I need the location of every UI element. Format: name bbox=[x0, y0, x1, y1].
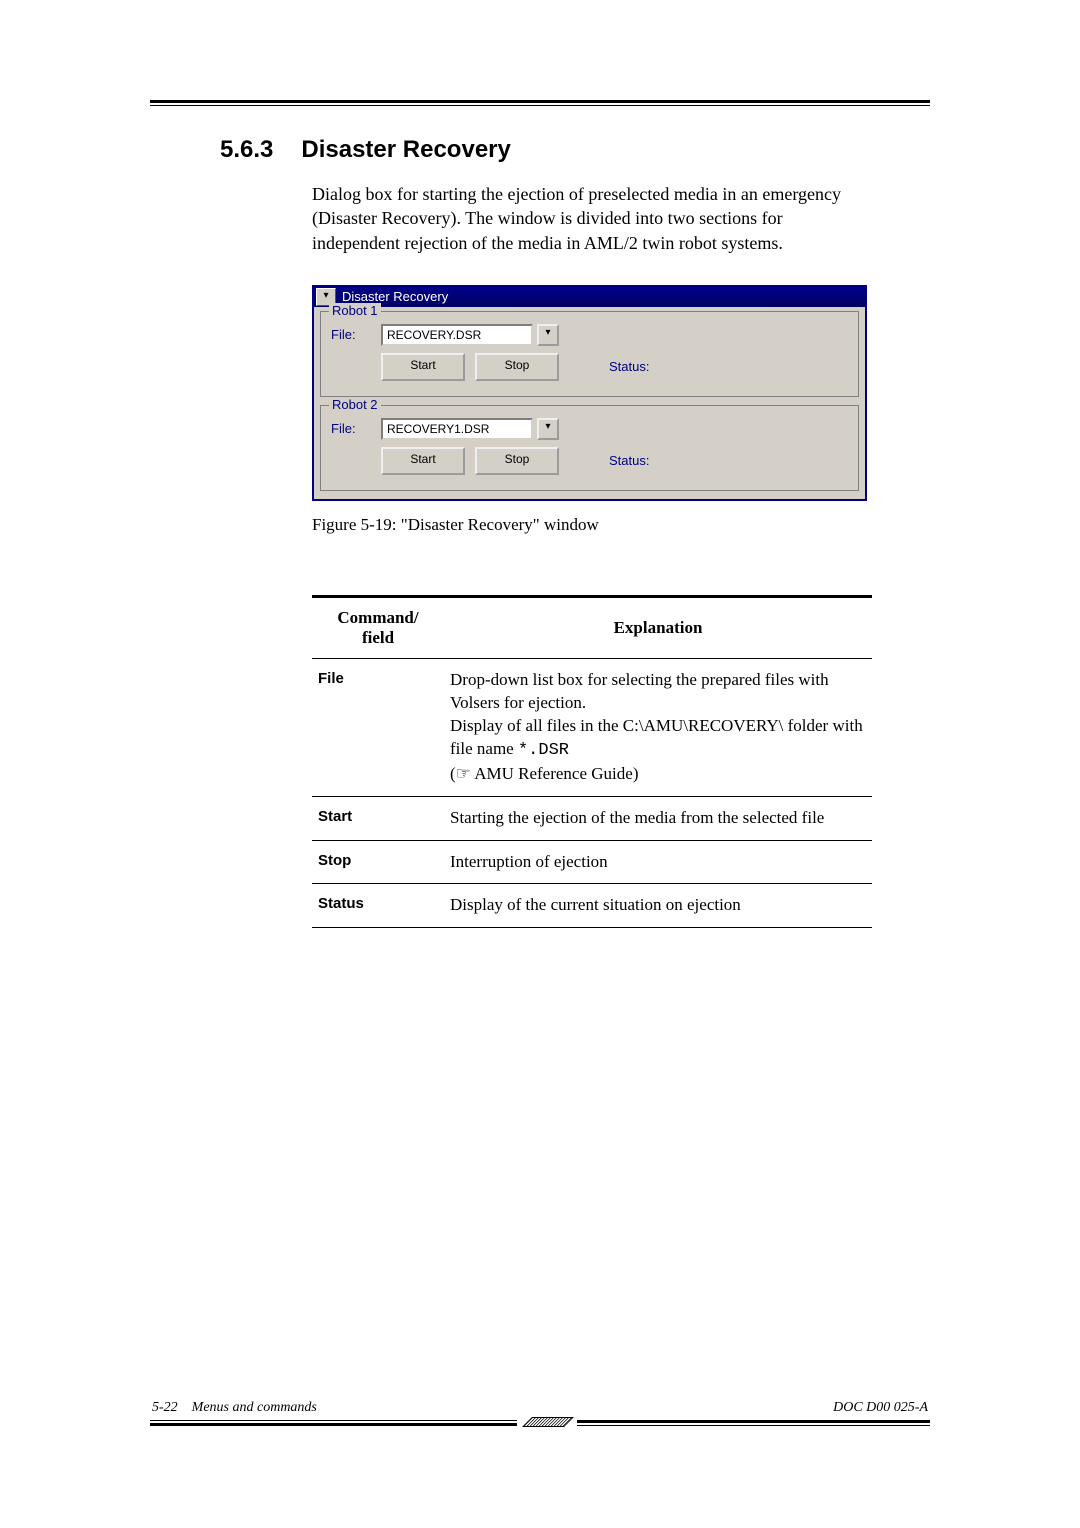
chevron-down-icon[interactable]: ▾ bbox=[537, 418, 559, 440]
exp-status: Display of the current situation on ejec… bbox=[444, 884, 872, 928]
section-heading: 5.6.3 Disaster Recovery bbox=[220, 136, 860, 164]
cmd-start: Start bbox=[312, 796, 444, 840]
robot2-legend: Robot 2 bbox=[329, 397, 381, 412]
table-row: File Drop-down list box for selecting th… bbox=[312, 658, 872, 796]
figure-caption: Figure 5-19: "Disaster Recovery" window bbox=[312, 515, 860, 535]
robot1-file-combo[interactable]: RECOVERY.DSR ▾ bbox=[381, 324, 559, 346]
footer-doc: DOC D00 025-A bbox=[833, 1400, 928, 1416]
chevron-down-icon[interactable]: ▾ bbox=[537, 324, 559, 346]
section-number: 5.6.3 bbox=[220, 136, 273, 164]
robot2-file-value[interactable]: RECOVERY1.DSR bbox=[381, 418, 533, 440]
window-titlebar[interactable]: ▾ Disaster Recovery bbox=[314, 287, 865, 307]
cmd-stop: Stop bbox=[312, 840, 444, 884]
table-head-explanation: Explanation bbox=[444, 596, 872, 658]
robot2-file-label: File: bbox=[331, 421, 381, 436]
robot1-status-label: Status: bbox=[609, 359, 649, 374]
page-footer: 5-22 Menus and commands DOC D00 025-A bbox=[150, 1400, 930, 1428]
cmd-status: Status bbox=[312, 884, 444, 928]
robot1-file-value[interactable]: RECOVERY.DSR bbox=[381, 324, 533, 346]
section-title: Disaster Recovery bbox=[301, 136, 510, 164]
robot2-group: Robot 2 File: RECOVERY1.DSR ▾ Start Stop… bbox=[320, 405, 859, 491]
intro-paragraph: Dialog box for starting the ejection of … bbox=[312, 182, 860, 255]
robot1-group: Robot 1 File: RECOVERY.DSR ▾ Start Stop … bbox=[320, 311, 859, 397]
robot1-file-label: File: bbox=[331, 327, 381, 342]
exp-start: Starting the ejection of the media from … bbox=[444, 796, 872, 840]
top-rule bbox=[150, 100, 930, 106]
table-head-command: Command/ field bbox=[312, 596, 444, 658]
robot1-legend: Robot 1 bbox=[329, 303, 381, 318]
robot2-status-label: Status: bbox=[609, 453, 649, 468]
table-row: Status Display of the current situation … bbox=[312, 884, 872, 928]
table-row: Stop Interruption of ejection bbox=[312, 840, 872, 884]
robot1-start-button[interactable]: Start bbox=[381, 353, 465, 381]
command-table: Command/ field Explanation File Drop-dow… bbox=[312, 595, 872, 929]
disaster-recovery-window: ▾ Disaster Recovery Robot 1 File: RECOVE… bbox=[312, 285, 867, 501]
table-row: Start Starting the ejection of the media… bbox=[312, 796, 872, 840]
robot2-stop-button[interactable]: Stop bbox=[475, 447, 559, 475]
robot1-stop-button[interactable]: Stop bbox=[475, 353, 559, 381]
footer-ornament-icon bbox=[517, 1415, 577, 1429]
exp-stop: Interruption of ejection bbox=[444, 840, 872, 884]
robot2-start-button[interactable]: Start bbox=[381, 447, 465, 475]
cmd-file: File bbox=[312, 658, 444, 796]
robot2-file-combo[interactable]: RECOVERY1.DSR ▾ bbox=[381, 418, 559, 440]
footer-page: 5-22 bbox=[152, 1400, 178, 1415]
exp-file: Drop-down list box for selecting the pre… bbox=[444, 658, 872, 796]
footer-chapter: Menus and commands bbox=[192, 1400, 317, 1415]
